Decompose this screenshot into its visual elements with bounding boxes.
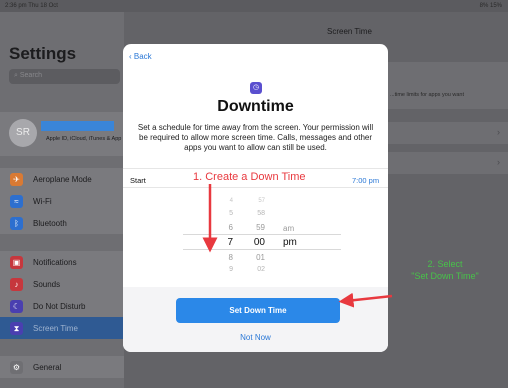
notifications-group: ▣ Notifications ♪ Sounds ☾ Do Not Distur…	[0, 251, 124, 339]
notifications-icon: ▣	[10, 256, 23, 269]
start-label: Start	[130, 176, 146, 185]
wifi-icon: ≈	[10, 195, 23, 208]
search-input[interactable]: ⌕ Search	[9, 69, 120, 84]
start-value: 7:00 pm	[352, 176, 380, 185]
picker-hour-selected[interactable]: 7	[221, 237, 233, 248]
picker-selection-line	[183, 249, 341, 250]
picker-minute-option[interactable]: 01	[251, 253, 265, 262]
detail-nav-title: Screen Time	[327, 27, 372, 36]
picker-hour-option[interactable]: 8	[221, 253, 233, 262]
status-battery: 8% 15%	[479, 3, 502, 9]
search-placeholder: Search	[19, 72, 43, 79]
gear-icon: ⚙	[10, 361, 23, 374]
sidebar-item-label: Sounds	[33, 280, 61, 289]
picker-hour-option[interactable]: 9	[221, 266, 233, 273]
picker-am-option[interactable]: am	[283, 224, 305, 233]
picker-hour-option[interactable]: 4	[221, 198, 233, 204]
picker-selection-line	[183, 234, 341, 235]
sidebar-item-sounds[interactable]: ♪ Sounds	[0, 273, 124, 295]
annotation-step-2: 2. Select "Set Down Time"	[395, 258, 495, 282]
set-down-time-button[interactable]: Set Down Time	[176, 298, 340, 323]
modal-description: Set a schedule for time away from the sc…	[137, 123, 374, 152]
redacted-name	[41, 121, 114, 131]
status-time: 2:36 pm Thu 18 Oct	[5, 3, 58, 9]
detail-cell[interactable]: ›	[384, 152, 508, 174]
detail-cell-hint: ...time limits for apps you want	[384, 84, 508, 109]
screen-time-icon: ◷	[250, 82, 262, 94]
detail-hint-text: ...time limits for apps you want	[390, 92, 464, 98]
sidebar-item-label: General	[33, 363, 62, 372]
detail-cell	[384, 62, 508, 84]
picker-hour-option[interactable]: 5	[221, 210, 233, 217]
not-now-button[interactable]: Not Now	[123, 333, 388, 342]
picker-hour-option[interactable]: 6	[221, 223, 233, 232]
modal-heading: Downtime	[217, 98, 294, 115]
picker-minute-option[interactable]: 59	[251, 223, 265, 232]
chevron-right-icon: ›	[497, 157, 500, 167]
status-bar: 2:36 pm Thu 18 Oct 8% 15%	[0, 0, 508, 12]
picker-minute-option[interactable]: 02	[251, 266, 265, 273]
avatar: SR	[9, 119, 37, 147]
sidebar-item-label: Notifications	[33, 258, 77, 267]
time-picker[interactable]: 4 5 6 7 8 9 57 58 59 00 01 02 am pm	[183, 194, 343, 284]
airplane-icon: ✈	[10, 173, 23, 186]
annotation-step-2-line-1: 2. Select	[427, 259, 463, 269]
sidebar-item-bluetooth[interactable]: ᛒ Bluetooth	[0, 212, 124, 234]
sidebar-item-screen-time[interactable]: ⧗ Screen Time	[0, 317, 124, 339]
chevron-right-icon: ›	[497, 127, 500, 137]
picker-pm-selected[interactable]: pm	[283, 237, 305, 248]
sidebar-item-label: Screen Time	[33, 324, 78, 333]
back-button[interactable]: ‹ Back	[129, 52, 152, 61]
apple-id-profile[interactable]: SR Apple ID, iCloud, iTunes & App St	[0, 112, 128, 156]
hourglass-icon: ⧗	[10, 322, 23, 335]
bluetooth-icon: ᛒ	[10, 217, 23, 230]
moon-icon: ☾	[10, 300, 23, 313]
annotation-step-2-line-2: "Set Down Time"	[411, 271, 479, 281]
connectivity-group: ✈ Aeroplane Mode ≈ Wi-Fi ᛒ Bluetooth	[0, 168, 124, 234]
picker-minute-option[interactable]: 57	[251, 198, 265, 204]
general-group: ⚙ General	[0, 356, 124, 378]
sidebar-item-do-not-disturb[interactable]: ☾ Do Not Disturb	[0, 295, 124, 317]
sidebar-item-label: Bluetooth	[33, 219, 67, 228]
settings-sidebar: Settings ⌕ Search SR Apple ID, iCloud, i…	[0, 12, 128, 388]
picker-minute-selected[interactable]: 00	[251, 237, 265, 248]
sidebar-item-label: Wi-Fi	[33, 197, 52, 206]
sidebar-item-notifications[interactable]: ▣ Notifications	[0, 251, 124, 273]
detail-cell[interactable]: ›	[384, 122, 508, 144]
downtime-modal: ‹ Back ◷ Downtime Set a schedule for tim…	[123, 44, 388, 352]
sidebar-item-general[interactable]: ⚙ General	[0, 356, 124, 378]
picker-minute-option[interactable]: 58	[251, 210, 265, 217]
sidebar-item-wifi[interactable]: ≈ Wi-Fi	[0, 190, 124, 212]
annotation-step-1: 1. Create a Down Time	[193, 171, 306, 183]
sidebar-item-label: Do Not Disturb	[33, 302, 86, 311]
sidebar-title: Settings	[9, 44, 77, 63]
sidebar-item-label: Aeroplane Mode	[33, 175, 92, 184]
back-label: Back	[133, 52, 152, 61]
sounds-icon: ♪	[10, 278, 23, 291]
sidebar-item-aeroplane-mode[interactable]: ✈ Aeroplane Mode	[0, 168, 124, 190]
profile-subtitle: Apple ID, iCloud, iTunes & App St	[46, 136, 129, 142]
